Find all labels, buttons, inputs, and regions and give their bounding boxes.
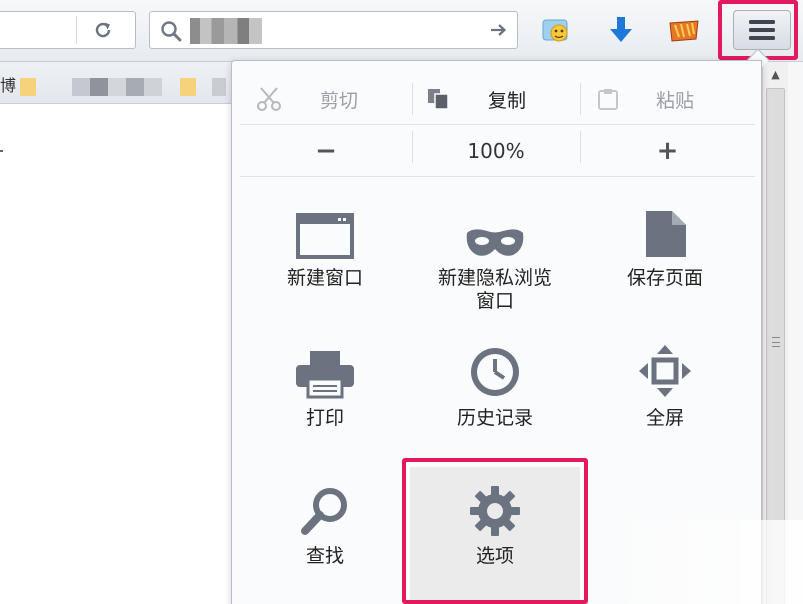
reload-icon (95, 22, 111, 38)
cut-label: 剪切 (320, 89, 359, 112)
zoom-level: 100% (467, 139, 525, 163)
addon-button[interactable] (538, 13, 574, 47)
bookmark-item-blurred[interactable] (212, 78, 226, 96)
cut-button[interactable]: 剪切 (256, 81, 358, 117)
column-separator (580, 83, 581, 115)
save-page-icon (646, 211, 686, 257)
paste-label: 粘贴 (656, 89, 695, 112)
private-mask-icon (466, 229, 524, 256)
paste-button[interactable]: 粘贴 (596, 81, 694, 117)
download-arrow-icon (610, 17, 632, 42)
page-edge-mark (0, 150, 3, 152)
extension-icon (669, 20, 699, 42)
search-icon (161, 21, 182, 42)
find-label: 查找 (305, 545, 344, 567)
minus-icon: − (315, 136, 337, 166)
watermark-fade (600, 520, 803, 604)
fullscreen-button[interactable]: 全屏 (580, 333, 750, 463)
browser-toolbar (0, 0, 803, 62)
fullscreen-icon (639, 345, 691, 397)
addon-icon (542, 19, 568, 42)
scroll-up-arrow-icon[interactable]: ▲ (763, 62, 788, 86)
arrow-right-icon[interactable] (489, 22, 507, 38)
edit-controls-row: 剪切 复制 粘贴 (240, 77, 755, 125)
history-clock-icon (471, 348, 519, 396)
save-page-label: 保存页面 (626, 267, 703, 289)
url-bar-separator (76, 16, 77, 44)
new-window-label: 新建窗口 (286, 267, 363, 289)
zoom-reset-button[interactable]: 100% (412, 131, 580, 171)
history-label: 历史记录 (456, 407, 533, 429)
thumb-grip-icon (772, 337, 780, 347)
copy-icon (428, 89, 449, 110)
downloads-button[interactable] (603, 13, 639, 47)
zoom-out-button[interactable]: − (240, 131, 412, 171)
printer-icon (296, 351, 354, 399)
magnifier-icon (301, 488, 347, 535)
clipboard-icon (598, 89, 618, 110)
plus-icon: + (656, 136, 679, 166)
options-highlight (402, 458, 588, 604)
new-window-icon (296, 213, 354, 259)
label-line: 窗口 (475, 290, 514, 312)
new-window-button[interactable]: 新建窗口 (240, 193, 410, 323)
history-button[interactable]: 历史记录 (410, 333, 580, 463)
bookmark-favicon-icon[interactable] (180, 78, 196, 96)
search-input[interactable] (149, 11, 518, 49)
column-separator (412, 83, 413, 115)
save-page-button[interactable]: 保存页面 (580, 193, 750, 323)
search-query-blurred (190, 18, 262, 44)
fullscreen-label: 全屏 (645, 407, 684, 429)
zoom-in-button[interactable]: + (580, 131, 755, 171)
copy-label: 复制 (488, 89, 527, 112)
bookmark-item-blurred[interactable] (72, 78, 162, 96)
find-button[interactable]: 查找 (240, 471, 410, 601)
print-label: 打印 (305, 407, 344, 429)
extension-button[interactable] (666, 13, 702, 47)
label-line: 新建隐私浏览 (437, 267, 552, 289)
new-private-window-label: 新建隐私浏览 窗口 (420, 267, 570, 313)
scissors-icon (257, 87, 281, 111)
zoom-controls-row: − 100% + (240, 125, 755, 177)
bookmark-item[interactable]: 博 (0, 72, 16, 96)
copy-button[interactable]: 复制 (426, 81, 526, 117)
new-private-window-button[interactable]: 新建隐私浏览 窗口 (410, 193, 580, 323)
bookmark-favicon-icon[interactable] (20, 78, 36, 96)
print-button[interactable]: 打印 (240, 333, 410, 463)
reload-button[interactable] (90, 17, 116, 43)
